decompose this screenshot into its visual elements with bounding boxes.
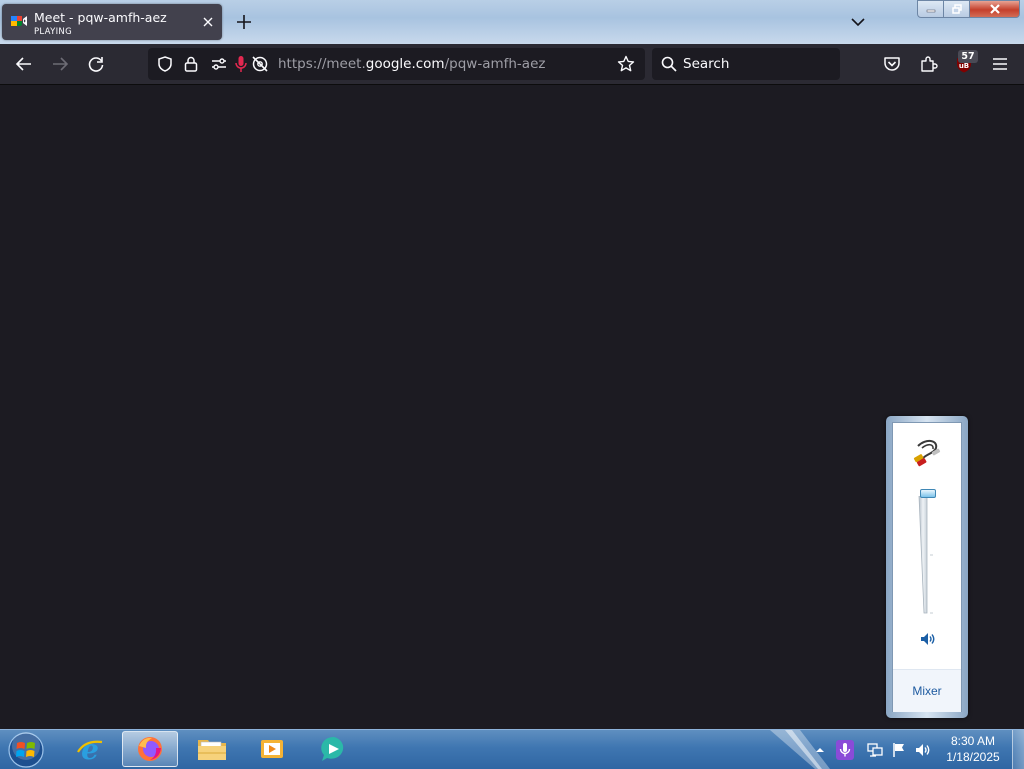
search-placeholder: Search — [683, 56, 730, 72]
pocket-icon[interactable] — [882, 54, 902, 74]
volume-slider-track[interactable] — [917, 496, 937, 614]
network-icon — [867, 742, 883, 757]
menu-hamburger-icon[interactable] — [990, 54, 1010, 74]
navigation-toolbar: https://meet.google.com/pqw-amfh-aez Sea… — [0, 44, 1024, 85]
close-icon — [989, 4, 1000, 14]
search-icon — [661, 56, 677, 72]
start-orb-icon[interactable] — [6, 731, 46, 769]
media-player-icon — [261, 740, 283, 758]
lock-icon[interactable] — [183, 55, 199, 73]
folder-icon — [198, 740, 226, 760]
taskbar-chat-app[interactable] — [306, 731, 362, 767]
url-text[interactable]: https://meet.google.com/pqw-amfh-aez — [278, 56, 545, 72]
tab-meet[interactable]: Meet - pqw-amfh-aez PLAYING — [2, 4, 222, 40]
search-box[interactable]: Search — [652, 48, 840, 80]
tray-microphone[interactable] — [834, 730, 856, 769]
tray-network[interactable] — [864, 730, 886, 769]
svg-text:e: e — [81, 734, 99, 764]
microphone-tray-icon — [836, 739, 854, 760]
minimize-icon — [926, 9, 935, 13]
firefox-icon — [138, 737, 162, 761]
show-desktop-button[interactable] — [1012, 730, 1024, 769]
window-controls — [917, 0, 1021, 18]
tab-title: Meet - pqw-amfh-aez — [34, 10, 167, 25]
volume-tray-icon — [916, 743, 930, 756]
camera-blocked-icon[interactable] — [251, 55, 269, 73]
chat-bubble-icon — [321, 736, 344, 761]
volume-flyout: Mixer — [886, 416, 968, 718]
reload-icon[interactable] — [86, 54, 106, 74]
extension-count-badge: 57 — [958, 50, 978, 63]
url-host: google.com — [365, 56, 445, 72]
page-content-area[interactable] — [0, 85, 1024, 729]
tray-action-center[interactable] — [888, 730, 910, 769]
browser-titlebar: Meet - pqw-amfh-aez PLAYING — [0, 0, 1024, 44]
volume-footer: Mixer — [893, 669, 961, 712]
taskbar-internet-explorer[interactable]: e — [62, 731, 118, 767]
tray-volume[interactable] — [912, 730, 934, 769]
clock-date: 1/18/2025 — [946, 750, 1000, 764]
permissions-icon[interactable] — [210, 56, 228, 72]
windows-taskbar: e 8:30 AM 1/18/2025 — [0, 729, 1024, 769]
flag-icon — [893, 742, 904, 757]
list-all-tabs-icon[interactable] — [848, 12, 868, 32]
close-tab-icon[interactable] — [200, 14, 216, 30]
back-icon[interactable] — [14, 54, 34, 74]
extensions-puzzle-icon[interactable] — [918, 54, 938, 74]
url-path: /pqw-amfh-aez — [444, 56, 546, 72]
mixer-link[interactable]: Mixer — [893, 684, 961, 698]
restore-button[interactable] — [944, 0, 970, 18]
tracking-protection-shield-icon[interactable] — [156, 55, 174, 73]
bookmark-star-icon[interactable] — [617, 55, 635, 73]
internet-explorer-icon: e — [77, 734, 103, 764]
taskbar-media-player[interactable] — [244, 731, 300, 767]
volume-panel: Mixer — [892, 422, 962, 712]
microphone-active-icon[interactable] — [234, 55, 248, 73]
speakers-device-icon[interactable] — [912, 436, 944, 468]
speaker-mute-toggle-icon[interactable] — [919, 631, 937, 647]
restore-icon — [951, 4, 962, 14]
new-tab-icon[interactable] — [234, 12, 254, 32]
clock-time: 8:30 AM — [950, 734, 996, 748]
taskbar-file-explorer[interactable] — [184, 731, 240, 767]
svg-text:uB: uB — [959, 62, 969, 70]
volume-slider-thumb[interactable] — [920, 489, 936, 498]
chevron-up-icon — [816, 747, 824, 752]
url-bar[interactable]: https://meet.google.com/pqw-amfh-aez — [148, 48, 645, 80]
forward-icon[interactable] — [50, 54, 70, 74]
url-prefix: https://meet. — [278, 56, 366, 72]
minimize-button[interactable] — [917, 0, 944, 18]
show-hidden-icons[interactable] — [812, 730, 828, 769]
close-window-button[interactable] — [970, 0, 1020, 18]
meet-favicon-icon — [11, 16, 27, 26]
taskbar-clock[interactable]: 8:30 AM 1/18/2025 — [940, 733, 1006, 765]
taskbar-firefox[interactable] — [122, 731, 178, 767]
tab-audio-status: PLAYING — [34, 27, 72, 37]
